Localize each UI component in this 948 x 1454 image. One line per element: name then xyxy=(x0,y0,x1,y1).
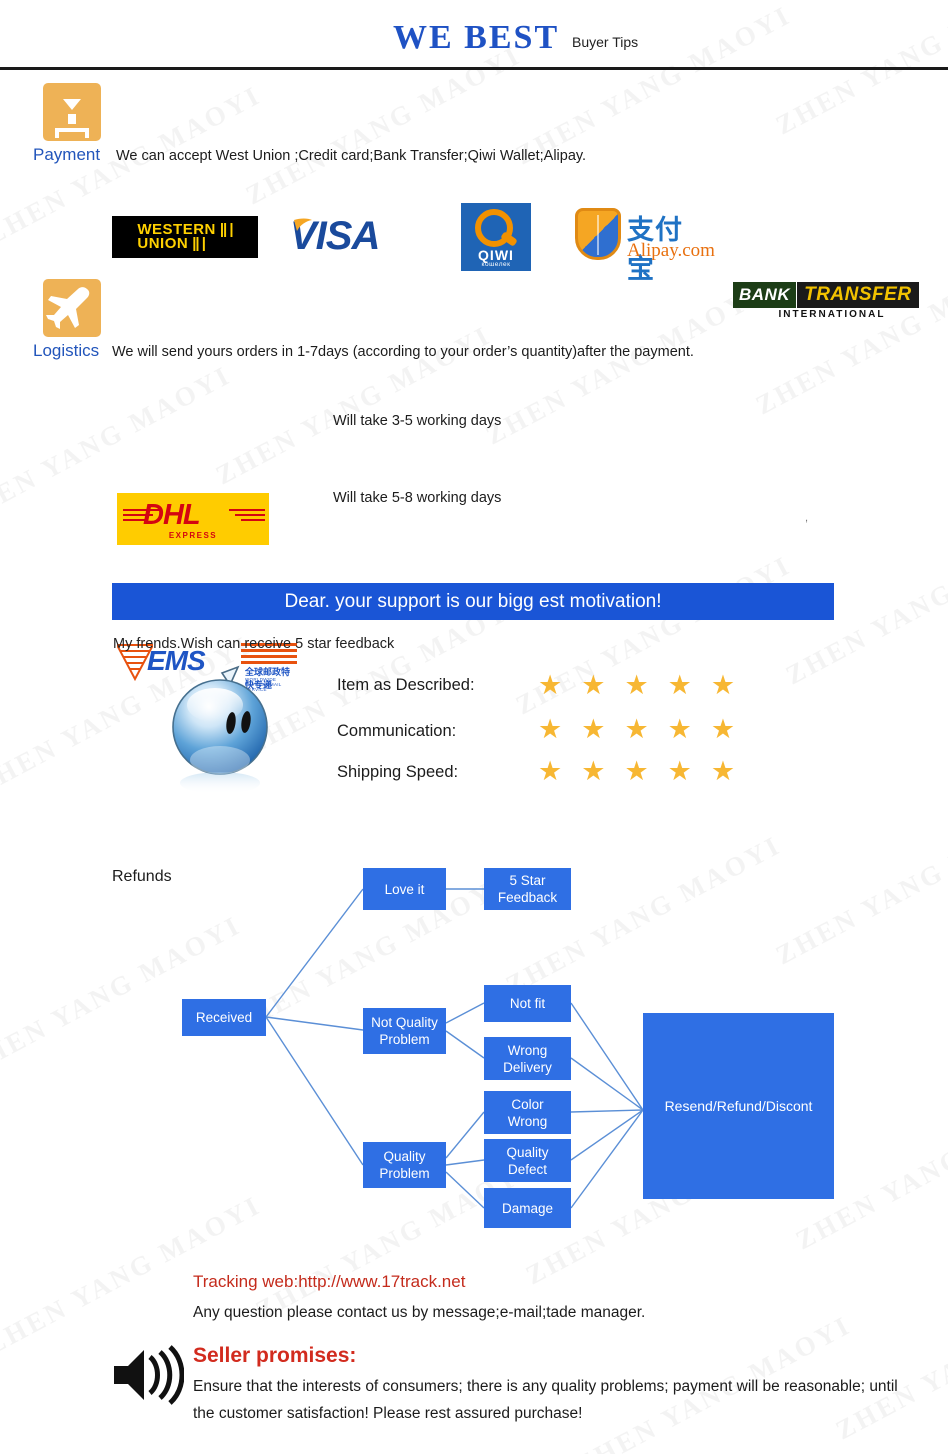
rating-stars-communication: ★ ★ ★ ★ ★ xyxy=(538,716,735,743)
visa-logo: VISA xyxy=(290,214,380,259)
flow-node-love-it[interactable]: Love it xyxy=(363,868,446,910)
dhl-logo: DHL EXPRESS xyxy=(117,493,269,545)
seller-promises-body: Ensure that the interests of consumers; … xyxy=(193,1378,898,1422)
flow-node-resend-refund-discount[interactable]: Resend/Refund/Discont xyxy=(643,1013,834,1199)
flow-node-color-wrong[interactable]: Color Wrong xyxy=(484,1091,571,1134)
dhl-express-text: EXPRESS xyxy=(168,531,218,540)
transfer-word: TRANSFER xyxy=(797,282,919,308)
flow-node-quality-defect[interactable]: Quality Defect xyxy=(484,1139,571,1182)
airplane-icon xyxy=(43,279,101,337)
watermark-text: ZHEN YANG MAOYI xyxy=(0,909,246,1081)
flow-node-not-quality-problem[interactable]: Not Quality Problem xyxy=(363,1008,446,1054)
bank-word: BANK xyxy=(733,282,797,308)
package-box-icon xyxy=(43,83,101,141)
alipay-logo: 支付宝 Alipay.com xyxy=(575,206,715,285)
star-icon: ★ xyxy=(581,756,606,786)
star-icon: ★ xyxy=(581,670,606,700)
support-banner-text: Dear. your support is our bigg est motiv… xyxy=(284,590,662,612)
star-icon: ★ xyxy=(624,714,649,744)
logistics-text: We will send yours orders in 1-7days (ac… xyxy=(112,344,694,360)
watermark-text: ZHEN YANG MAOYI xyxy=(750,249,948,421)
flow-node-wrong-delivery[interactable]: Wrong Delivery xyxy=(484,1037,571,1080)
rating-stars-item-as-described: ★ ★ ★ ★ ★ xyxy=(538,672,735,699)
star-icon: ★ xyxy=(538,670,563,700)
flow-node-damage[interactable]: Damage xyxy=(484,1188,571,1228)
star-icon: ★ xyxy=(667,714,692,744)
star-icon: ★ xyxy=(710,714,736,744)
rating-label-communication: Communication: xyxy=(337,722,457,740)
page-header: WE BEST Buyer Tips xyxy=(0,0,948,70)
support-banner: Dear. your support is our bigg est motiv… xyxy=(112,583,834,620)
ems-delivery-note: Will take 5-8 working days xyxy=(333,490,502,506)
logistics-label: Logistics xyxy=(33,341,100,360)
star-icon: ★ xyxy=(667,670,692,700)
bank-transfer-subtext: INTERNATIONAL xyxy=(778,309,886,320)
qiwi-logo: QIWI кошелек xyxy=(461,203,531,271)
blue-smiley-avatar xyxy=(160,665,290,800)
brand-title: WE BEST xyxy=(393,19,560,56)
flow-node-not-fit[interactable]: Not fit xyxy=(484,985,571,1022)
watermark-text: ZHEN YANG MAOYI xyxy=(500,829,786,1001)
flow-node-received[interactable]: Received xyxy=(182,999,266,1036)
speaker-icon xyxy=(110,1345,185,1405)
rating-stars-shipping-speed: ★ ★ ★ ★ ★ xyxy=(538,758,735,785)
star-icon: ★ xyxy=(581,714,606,744)
star-icon: ★ xyxy=(710,670,736,700)
flow-node-5-star-feedback[interactable]: 5 Star Feedback xyxy=(484,868,571,910)
star-icon: ★ xyxy=(667,756,692,786)
contact-note: Any question please contact us by messag… xyxy=(193,1304,646,1321)
star-icon: ★ xyxy=(538,714,563,744)
payment-text: We can accept West Union ;Credit card;Ba… xyxy=(116,148,587,164)
watermark-text: ZHEN YANG MAOYI xyxy=(770,799,948,971)
star-icon: ★ xyxy=(624,670,649,700)
bank-transfer-logo: BANK TRANSFER INTERNATIONAL xyxy=(733,281,919,325)
buyer-tips-page: ZHEN YANG MAOYI ZHEN YANG MAOYI ZHEN YAN… xyxy=(0,0,948,1454)
payment-label: Payment xyxy=(33,145,101,164)
rating-label-item-as-described: Item as Described: xyxy=(337,676,475,694)
rating-label-shipping-speed: Shipping Speed: xyxy=(337,763,459,781)
western-union-logo: WESTERN || | UNION || | xyxy=(112,216,258,258)
dhl-delivery-note: Will take 3-5 working days xyxy=(333,413,502,429)
refunds-title: Refunds xyxy=(112,868,172,885)
alipay-shield-icon xyxy=(575,208,621,260)
western-union-line2: UNION xyxy=(137,235,189,252)
watermark-text: ZHEN YANG MAOYI xyxy=(480,279,766,451)
feedback-intro: My frends.Wish can receive 5 star feedba… xyxy=(113,636,395,652)
tracking-link[interactable]: Tracking web:http://www.17track.net xyxy=(193,1272,465,1292)
seller-promises-title: Seller promises: xyxy=(193,1344,357,1367)
star-icon: ★ xyxy=(710,756,736,786)
alipay-wordmark: Alipay.com xyxy=(627,240,715,261)
star-icon: ★ xyxy=(538,756,563,786)
page-subtitle: Buyer Tips xyxy=(572,34,639,50)
stray-mark: , xyxy=(805,512,809,524)
flow-node-quality-problem[interactable]: Quality Problem xyxy=(363,1142,446,1188)
dhl-wordmark: DHL xyxy=(143,499,201,531)
star-icon: ★ xyxy=(624,756,649,786)
qiwi-subtext: кошелек xyxy=(481,261,511,268)
